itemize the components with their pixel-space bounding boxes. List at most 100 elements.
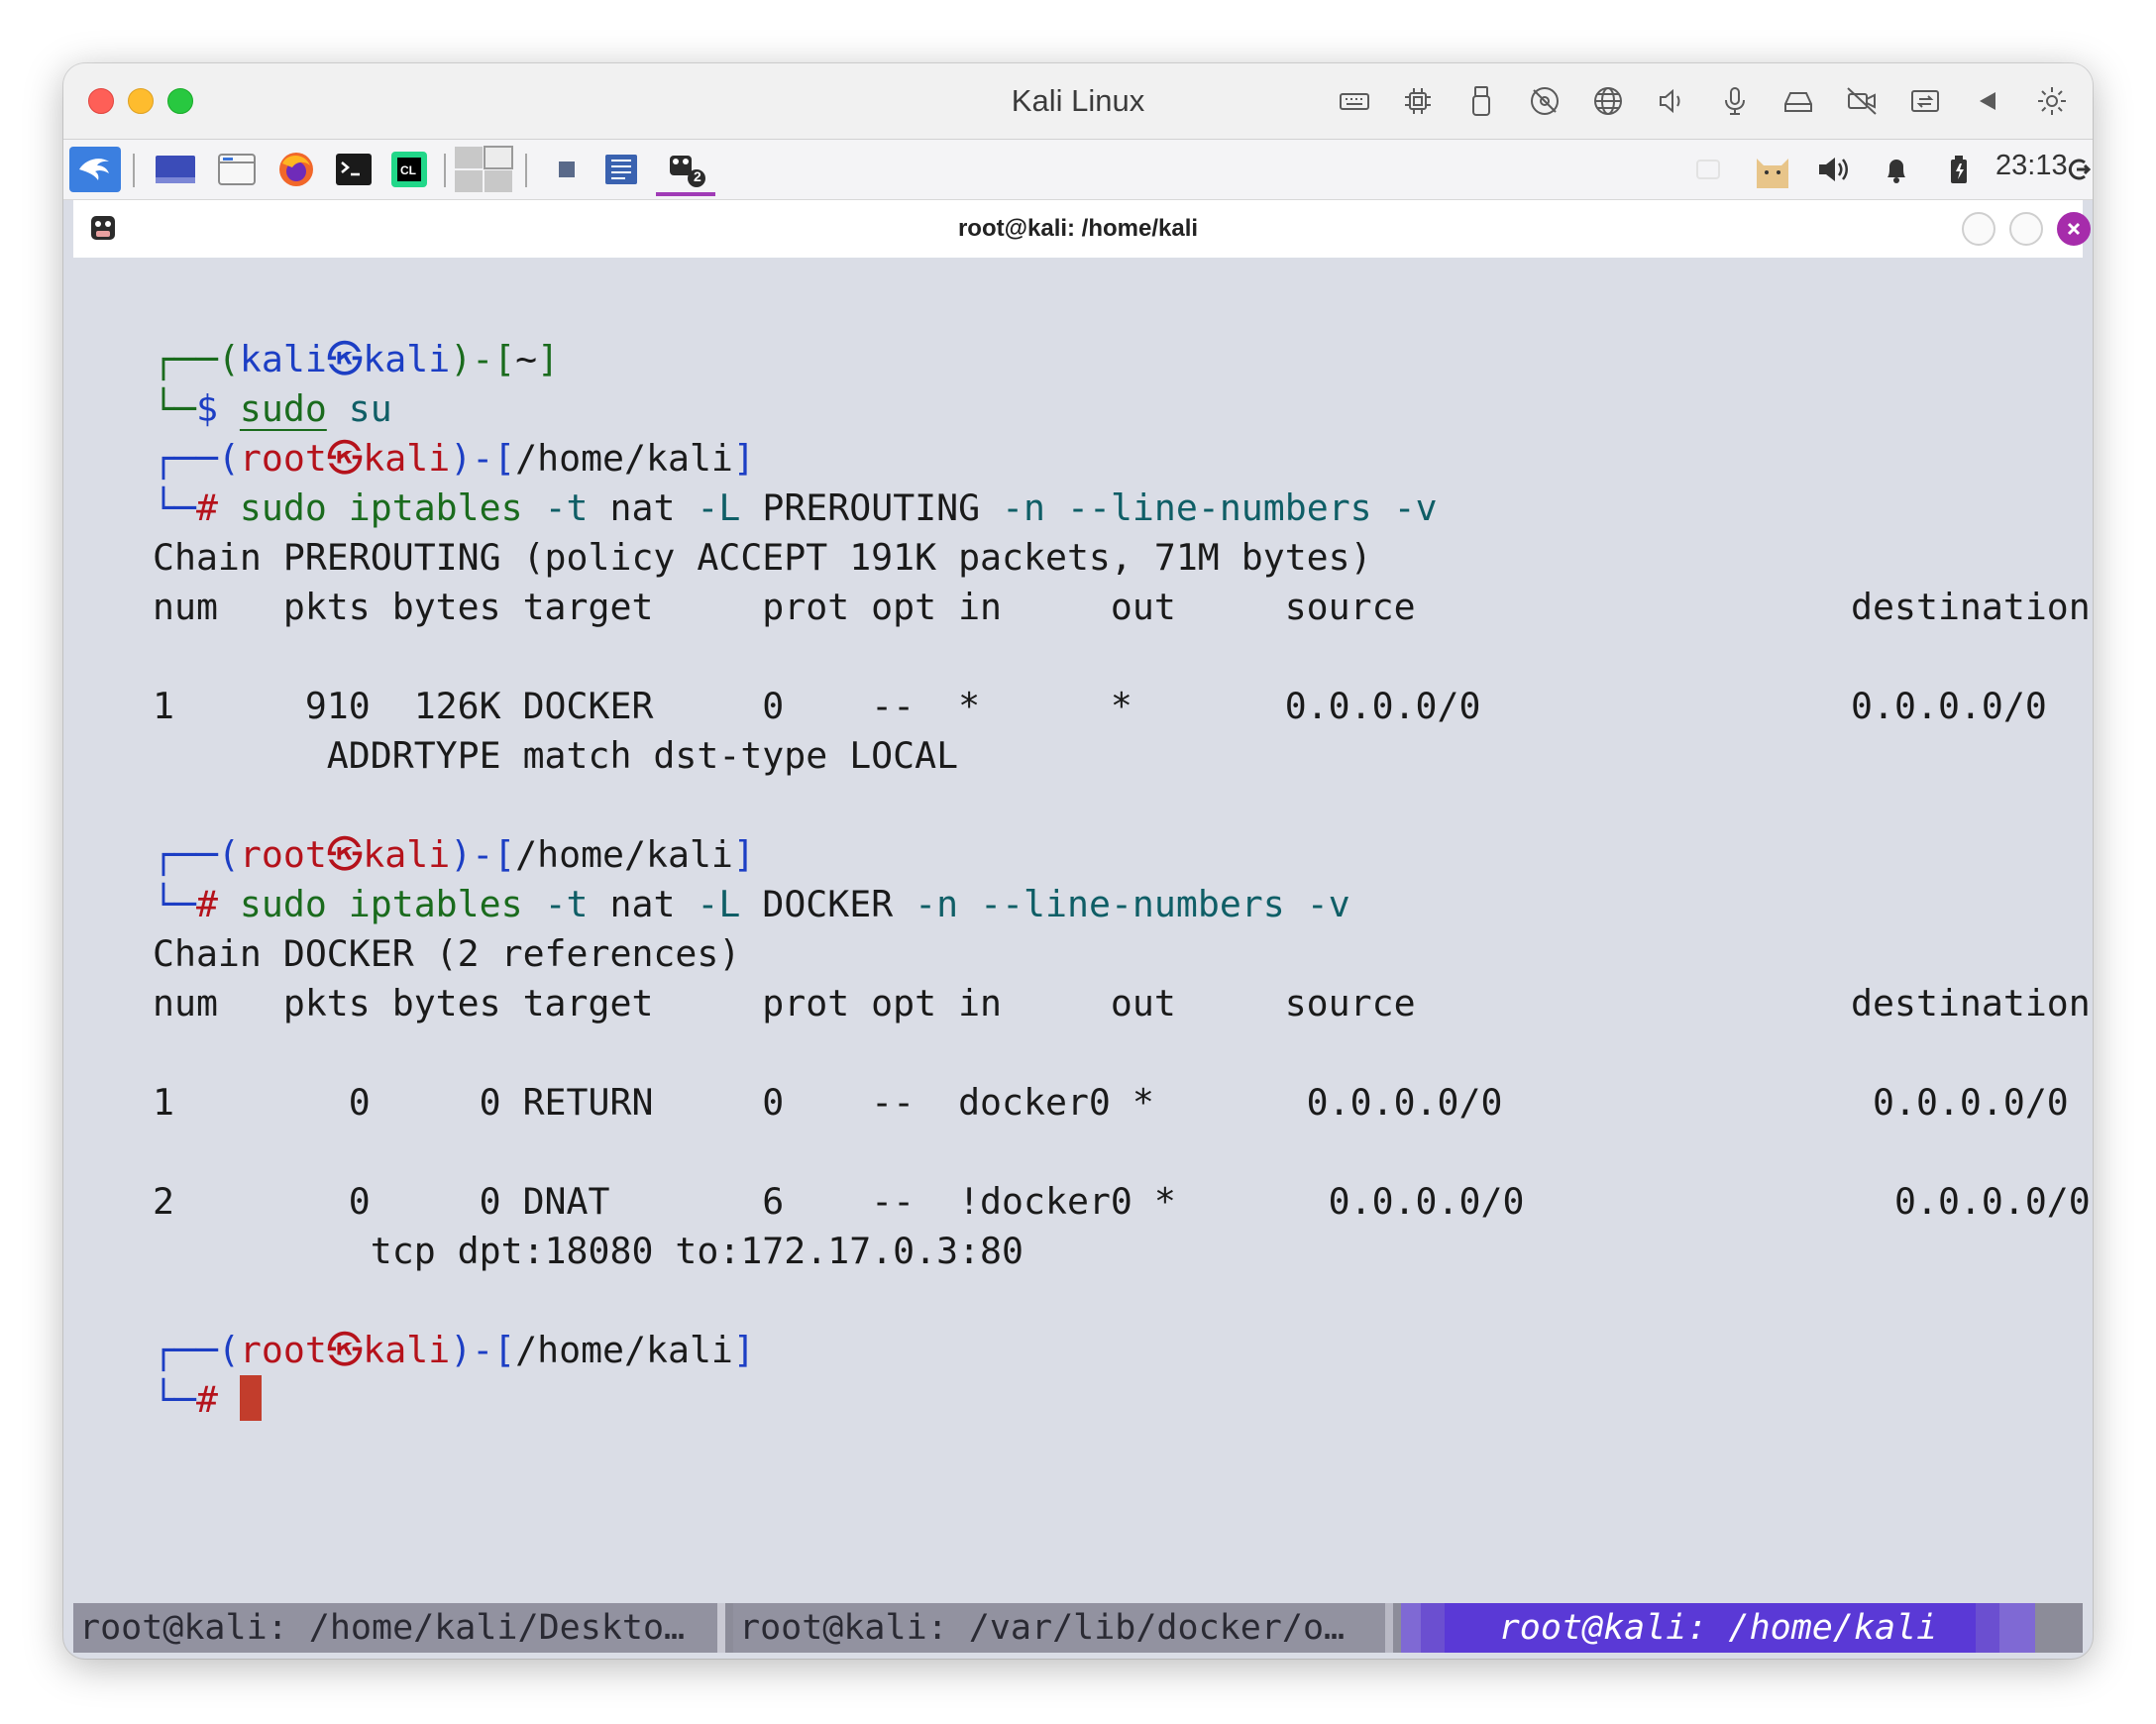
- terminal-text: sudo iptables: [239, 486, 523, 529]
- keyboard-icon[interactable]: [1334, 81, 1375, 121]
- terminal-text: tcp dpt:18080 to:172.17.0.3:80: [153, 1230, 1024, 1272]
- file-manager-button[interactable]: [214, 147, 260, 192]
- terminal-text: root㉿kali: [239, 437, 451, 480]
- terminal-text: -L: [675, 883, 763, 925]
- terminal-title: root@kali: /home/kali: [957, 215, 1199, 242]
- speaker-icon[interactable]: [1651, 81, 1692, 121]
- microphone-icon[interactable]: [1714, 81, 1756, 121]
- cat-applet-icon[interactable]: [1748, 147, 1797, 192]
- power-manager-icon[interactable]: [1939, 147, 1979, 192]
- clion-button[interactable]: CL: [386, 147, 432, 192]
- terminal-text: 2 0 0 DNAT 6 -- !docker0 * 0.0.0.0/0 0.0…: [153, 1180, 2091, 1223]
- workspace-badge: 2: [694, 168, 701, 184]
- terminal-text: su: [326, 387, 392, 430]
- cpu-icon[interactable]: [1397, 81, 1439, 121]
- terminal-text: ADDRTYPE match dst-type LOCAL: [153, 734, 959, 777]
- terminal-text: )-[: [450, 833, 516, 876]
- terminal-line: └─# sudo iptables -t nat -L PREROUTING -…: [153, 484, 1438, 533]
- firefox-button[interactable]: [273, 147, 319, 192]
- tab-home-kali-active[interactable]: root@kali: /home/kali: [1401, 1603, 2035, 1653]
- volume-icon[interactable]: [1811, 147, 1855, 192]
- taskbar-app-2[interactable]: [598, 147, 644, 192]
- camera-off-icon[interactable]: [1841, 81, 1883, 121]
- terminal-line: 1 910 126K DOCKER 0 -- * * 0.0.0.0/0 0.0…: [153, 682, 2047, 731]
- terminal-text: -n --line-numbers -v: [980, 486, 1438, 529]
- terminal-text: ]: [732, 1329, 755, 1371]
- taskbar-terminal-group[interactable]: 2: [656, 147, 715, 196]
- terminal-text: └─: [153, 486, 196, 529]
- tab-docker[interactable]: root@kali: /var/lib/docker/o…: [733, 1603, 1393, 1653]
- terminal-line: 2 0 0 DNAT 6 -- !docker0 * 0.0.0.0/0 0.0…: [153, 1177, 2091, 1227]
- show-desktop-button[interactable]: [153, 147, 198, 192]
- terminal-line: └─#: [153, 1374, 262, 1425]
- folder-icon: [218, 154, 256, 185]
- svg-text:CL: CL: [400, 163, 416, 177]
- terminal-text: /home/kali: [515, 437, 733, 480]
- terminal-text: #: [195, 486, 240, 529]
- tab-desktop[interactable]: root@kali: /home/kali/Deskto…: [73, 1603, 725, 1653]
- notifications-icon[interactable]: [1877, 147, 1916, 192]
- no-disk-icon[interactable]: [1524, 81, 1565, 121]
- xfce-panel: CL 2 23:13: [63, 140, 2093, 200]
- shared-folder-icon[interactable]: [1904, 81, 1946, 121]
- desktop-icon: [156, 156, 195, 183]
- terminal-text: kali㉿kali: [239, 338, 451, 380]
- minimize-button[interactable]: [1962, 212, 1995, 246]
- terminal-text: └─: [153, 883, 196, 925]
- terminal-text: ┌──(: [153, 338, 240, 380]
- terminal-output[interactable]: ┌──(kali㉿kali)-[~] └─$ sudo su ┌──(root㉿ka…: [73, 258, 2091, 1603]
- terminal-text: sudo: [239, 387, 327, 430]
- clock[interactable]: 23:13: [1995, 150, 2068, 182]
- terminal-text: -t: [522, 486, 610, 529]
- terminal-line: ┌──(root㉿kali)-[/home/kali]: [153, 830, 755, 880]
- terminal-text: )-[: [450, 437, 516, 480]
- terminal-text: ┌──(: [153, 833, 240, 876]
- terminal-text: sudo iptables: [239, 883, 523, 925]
- clion-icon: CL: [391, 152, 427, 187]
- terminal-text: ┌──(: [153, 437, 240, 480]
- terminal-text: )-[: [450, 338, 516, 380]
- close-icon: [2067, 222, 2081, 236]
- workspaces-icon: [455, 146, 513, 192]
- terminal-text: root㉿kali: [239, 1329, 451, 1371]
- tray-placeholder-icon: [1688, 147, 1728, 192]
- terminal-titlebar: root@kali: /home/kali: [73, 200, 2091, 258]
- terminal-text: num pkts bytes target prot opt in out so…: [153, 982, 2091, 1024]
- terminal-line: 1 0 0 RETURN 0 -- docker0 * 0.0.0.0/0 0.…: [153, 1078, 2069, 1128]
- text-editor-icon: [605, 155, 637, 184]
- terminal-text: #: [195, 1378, 240, 1421]
- back-icon[interactable]: [1968, 81, 2009, 121]
- kali-dragon-icon: [79, 159, 109, 180]
- close-button[interactable]: [2057, 212, 2091, 246]
- terminal-line: Chain DOCKER (2 references): [153, 929, 740, 979]
- terminal-text: -n --line-numbers -v: [893, 883, 1350, 925]
- terminal-text: nat: [609, 486, 676, 529]
- terminal-text: └─: [153, 387, 196, 430]
- settings-icon[interactable]: [2031, 81, 2073, 121]
- terminal-line: num pkts bytes target prot opt in out so…: [153, 979, 2091, 1028]
- terminal-text: #: [195, 883, 240, 925]
- terminal-text: DOCKER: [762, 883, 894, 925]
- terminal-text: 1 910 126K DOCKER 0 -- * * 0.0.0.0/0 0.0…: [153, 685, 2047, 727]
- terminal-line: ┌──(kali㉿kali)-[~]: [153, 335, 559, 384]
- vm-window: Kali Linux CL 2 23:13 root@kali: /home/k…: [63, 63, 2093, 1659]
- drive-icon[interactable]: [1778, 81, 1819, 121]
- terminal-cursor: [239, 1374, 262, 1421]
- kali-menu-button[interactable]: [69, 147, 121, 192]
- firefox-icon: [279, 153, 313, 186]
- network-icon[interactable]: [1587, 81, 1629, 121]
- usb-icon[interactable]: [1460, 81, 1502, 121]
- taskbar-app-1[interactable]: [547, 147, 587, 192]
- terminal-line: ┌──(root㉿kali)-[/home/kali]: [153, 1326, 755, 1375]
- logout-icon[interactable]: [2067, 147, 2091, 192]
- terminal-text: num pkts bytes target prot opt in out so…: [153, 586, 2091, 628]
- terminal-text: $: [195, 387, 240, 430]
- terminal-text: PREROUTING: [762, 486, 981, 529]
- workspace-switcher[interactable]: [454, 146, 513, 192]
- terminal-button[interactable]: [331, 147, 377, 192]
- terminal-line: └─# sudo iptables -t nat -L DOCKER -n --…: [153, 880, 1350, 929]
- terminal-icon: [336, 154, 372, 185]
- terminal-line: num pkts bytes target prot opt in out so…: [153, 583, 2091, 632]
- maximize-button[interactable]: [2009, 212, 2043, 246]
- terminal-text: Chain PREROUTING (policy ACCEPT 191K pac…: [153, 536, 1372, 579]
